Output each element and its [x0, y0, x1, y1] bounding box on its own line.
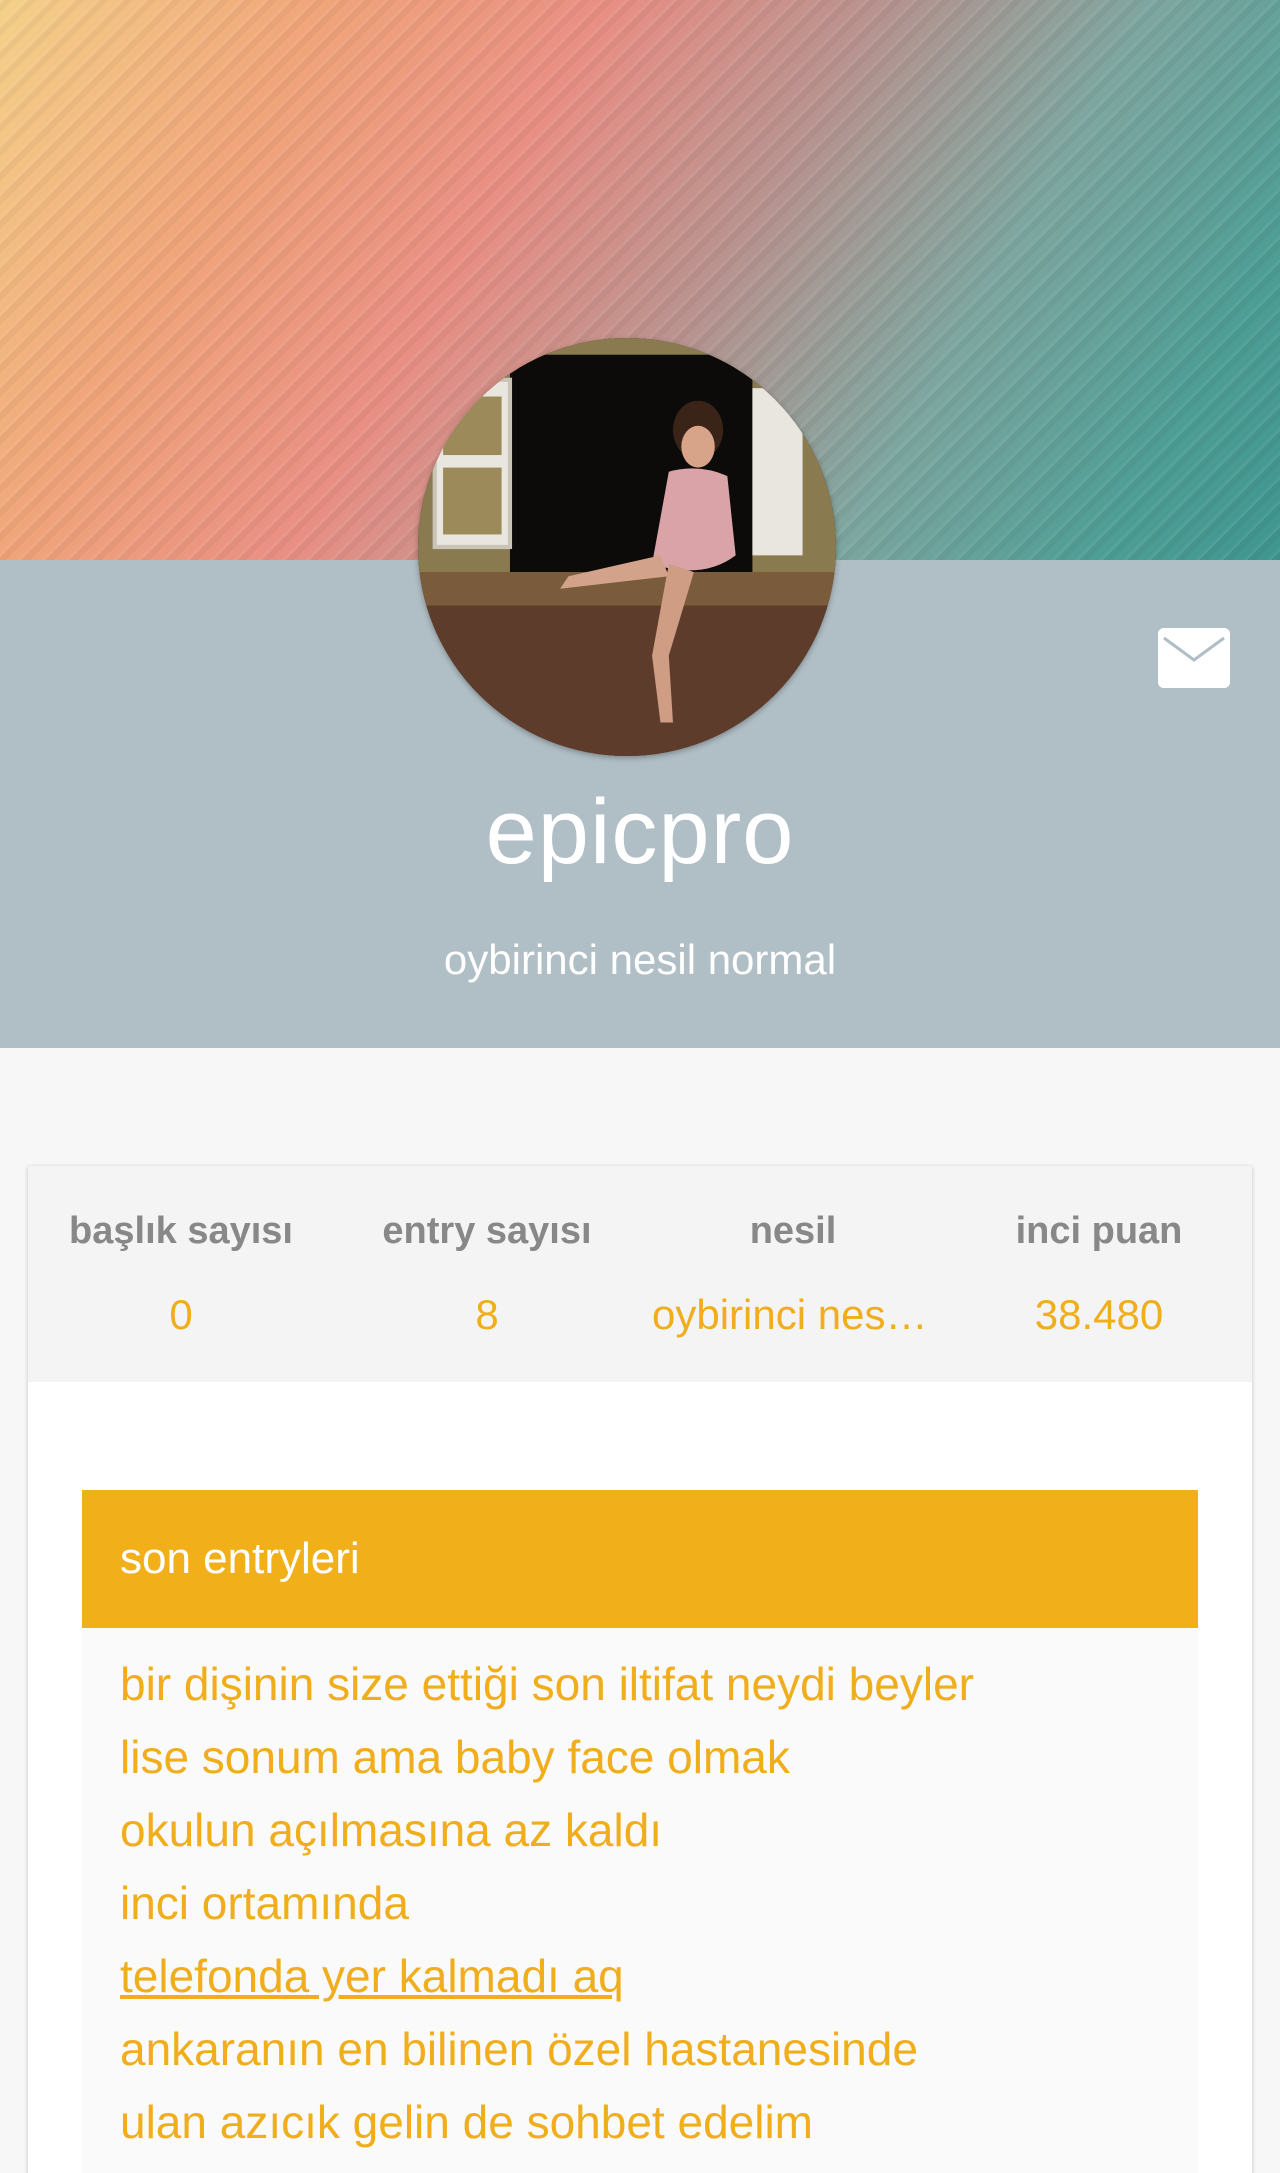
stats-bar: başlık sayısı 0 entry sayısı 8 nesil oyb… — [28, 1166, 1252, 1382]
profile-card: başlık sayısı 0 entry sayısı 8 nesil oyb… — [28, 1166, 1252, 2173]
entry-link[interactable]: okulun açılmasına az kaldı — [120, 1794, 1198, 1867]
entry-link[interactable]: lise sonum ama baby face olmak — [120, 1721, 1198, 1794]
stat-label: entry sayısı — [382, 1210, 592, 1252]
stat-value: 0 — [169, 1291, 193, 1338]
entry-link[interactable]: inci ortamında — [120, 1867, 1198, 1940]
entry-link[interactable]: ulan azıcık gelin de sohbet edelim — [120, 2086, 1198, 2159]
username: epicpro — [485, 781, 795, 883]
stat-entry-count: entry sayısı 8 — [334, 1166, 640, 1382]
stat-value: 8 — [475, 1291, 499, 1338]
stat-label: başlık sayısı — [69, 1210, 293, 1252]
entry-link[interactable]: bir dişinin size ettiği son iltifat neyd… — [120, 1648, 1198, 1721]
entry-link[interactable]: telefonda yer kalmadı aq — [120, 1940, 1198, 2013]
recent-entries-list: bir dişinin size ettiği son iltifat neyd… — [82, 1628, 1198, 2173]
entry-link[interactable]: ankaranın en bilinen özel hastanesinde — [120, 2013, 1198, 2086]
avatar[interactable] — [418, 338, 836, 756]
stat-topic-count: başlık sayısı 0 — [28, 1166, 334, 1382]
mail-icon — [1158, 628, 1230, 688]
stat-value: oybirinci nesi… — [652, 1291, 937, 1338]
stat-label: inci puan — [1015, 1210, 1183, 1252]
stat-value: 38.480 — [1034, 1291, 1164, 1338]
stat-generation: nesil oybirinci nesi… — [640, 1166, 946, 1382]
send-message-button[interactable] — [1158, 628, 1230, 688]
stat-label: nesil — [749, 1210, 837, 1252]
recent-entries-header: son entryleri — [82, 1490, 1198, 1628]
stat-points: inci puan 38.480 — [946, 1166, 1252, 1382]
user-generation: oybirinci nesil normal — [443, 936, 837, 983]
